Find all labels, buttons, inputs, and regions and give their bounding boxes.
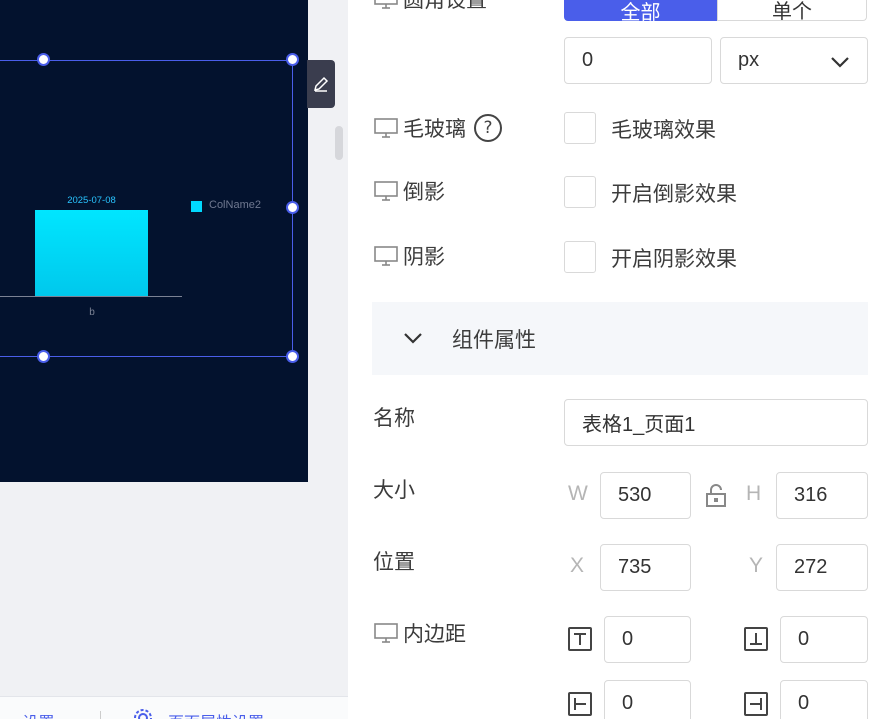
monitor-icon xyxy=(374,623,398,643)
selection-box[interactable] xyxy=(0,60,293,357)
size-label: 大小 xyxy=(373,478,415,502)
radius-all-button[interactable]: 全部 xyxy=(564,0,717,24)
height-prefix: H xyxy=(746,482,762,505)
resize-handle-top[interactable] xyxy=(37,53,50,66)
padding-top-icon xyxy=(568,627,592,651)
monitor-icon xyxy=(374,246,398,266)
reflection-label-text: 倒影 xyxy=(403,180,445,204)
property-panel: 圆角设置 全部 单个 0 px 毛玻璃 ? 毛玻璃效果 倒影 开启倒影效果 阴影… xyxy=(348,0,893,719)
name-input[interactable]: 表格1_页面1 xyxy=(564,399,868,446)
padding-top-input[interactable]: 0 xyxy=(604,616,691,663)
resize-handle-top-right[interactable] xyxy=(286,53,299,66)
padding-label-text: 内边距 xyxy=(403,622,466,646)
resize-handle-bottom[interactable] xyxy=(37,350,50,363)
y-input[interactable]: 272 xyxy=(776,544,868,591)
width-input[interactable]: 530 xyxy=(600,472,691,519)
padding-bottom-icon xyxy=(744,627,768,651)
component-props-section[interactable]: 组件属性 xyxy=(372,302,868,375)
shadow-label: 阴影 xyxy=(373,241,445,271)
question-icon[interactable]: ? xyxy=(474,114,502,142)
padding-left-input[interactable]: 0 xyxy=(604,680,691,719)
lock-icon[interactable] xyxy=(704,483,728,509)
height-input[interactable]: 316 xyxy=(776,472,868,519)
monitor-icon xyxy=(374,118,398,138)
resize-handle-right[interactable] xyxy=(286,201,299,214)
reflection-label: 倒影 xyxy=(373,176,445,206)
radius-label: 圆角设置 xyxy=(373,0,487,14)
padding-bottom-input[interactable]: 0 xyxy=(780,616,868,663)
unit-select-value: px xyxy=(738,49,760,71)
shadow-checkbox-label[interactable]: 开启阴影效果 xyxy=(611,243,737,273)
frosted-label: 毛玻璃 ? xyxy=(373,113,502,143)
y-prefix: Y xyxy=(749,554,764,577)
width-prefix: W xyxy=(568,482,588,505)
x-input[interactable]: 735 xyxy=(600,544,691,591)
canvas-scrollbar[interactable] xyxy=(335,126,343,160)
reflection-checkbox[interactable] xyxy=(564,176,596,208)
bottom-settings-link[interactable]: ....设置 xyxy=(2,709,54,719)
frosted-checkbox[interactable] xyxy=(564,112,596,144)
chevron-down-icon xyxy=(831,57,849,68)
design-canvas[interactable]: 2025-07-08 b ColName2 ....设置 页面属性设置 xyxy=(0,0,348,719)
shadow-checkbox[interactable] xyxy=(564,241,596,273)
shadow-label-text: 阴影 xyxy=(403,245,445,269)
chevron-down-icon xyxy=(404,333,422,344)
radius-input[interactable]: 0 xyxy=(564,37,712,84)
unit-select[interactable]: px xyxy=(720,37,868,84)
position-label: 位置 xyxy=(373,550,415,574)
padding-left-icon xyxy=(568,692,592,716)
page-settings-link[interactable]: 页面属性设置 xyxy=(168,709,264,719)
x-prefix: X xyxy=(570,554,585,577)
pencil-icon xyxy=(313,76,329,92)
frosted-checkbox-label[interactable]: 毛玻璃效果 xyxy=(611,114,716,144)
padding-label: 内边距 xyxy=(373,618,466,648)
resize-handle-bottom-right[interactable] xyxy=(286,350,299,363)
monitor-icon xyxy=(374,0,398,9)
reflection-checkbox-label[interactable]: 开启倒影效果 xyxy=(611,178,737,208)
frosted-label-text: 毛玻璃 xyxy=(403,117,466,141)
edit-button[interactable] xyxy=(307,60,335,108)
monitor-icon xyxy=(374,181,398,201)
canvas-bottom-bar: ....设置 页面属性设置 xyxy=(0,696,348,719)
bottom-divider xyxy=(100,711,101,719)
radius-single-button[interactable]: 单个 xyxy=(717,0,867,23)
chart-component[interactable]: 2025-07-08 b ColName2 xyxy=(0,0,308,482)
radius-label-text: 圆角设置 xyxy=(403,0,487,12)
padding-right-input[interactable]: 0 xyxy=(780,680,868,719)
name-label: 名称 xyxy=(373,406,415,430)
gear-icon xyxy=(132,707,154,719)
padding-right-icon xyxy=(744,692,768,716)
section-title: 组件属性 xyxy=(452,328,536,352)
